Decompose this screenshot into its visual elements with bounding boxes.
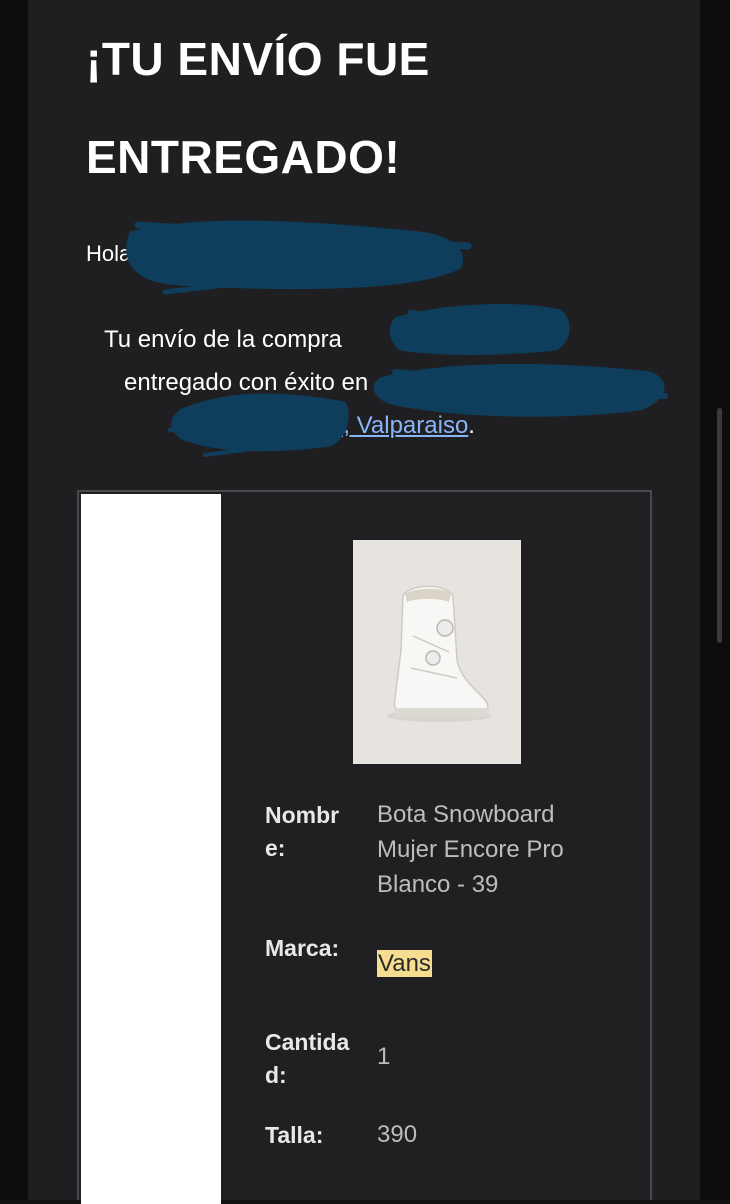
product-name-value: Bota Snowboard Mujer Encore Pro Blanco -…	[377, 801, 564, 898]
field-label-name: Nombre:	[265, 802, 340, 861]
brand-highlight: Vans	[377, 950, 432, 977]
field-label-size: Talla:	[265, 1122, 324, 1148]
field-label-brand: Marca:	[265, 935, 340, 961]
privacy-redaction	[126, 220, 668, 457]
snowboard-boot-icon	[353, 540, 521, 764]
product-image[interactable]	[353, 540, 521, 764]
product-quantity-value: 1	[377, 1043, 391, 1070]
product-size-value: 390	[377, 1121, 418, 1148]
product-thumbnail-column	[81, 494, 221, 1204]
product-brand-value: Vans	[377, 946, 607, 981]
product-table: Nombre: Bota Snowboard Mujer Encore Pro …	[77, 490, 652, 1204]
field-label-quantity: Cantidad:	[265, 1029, 350, 1088]
